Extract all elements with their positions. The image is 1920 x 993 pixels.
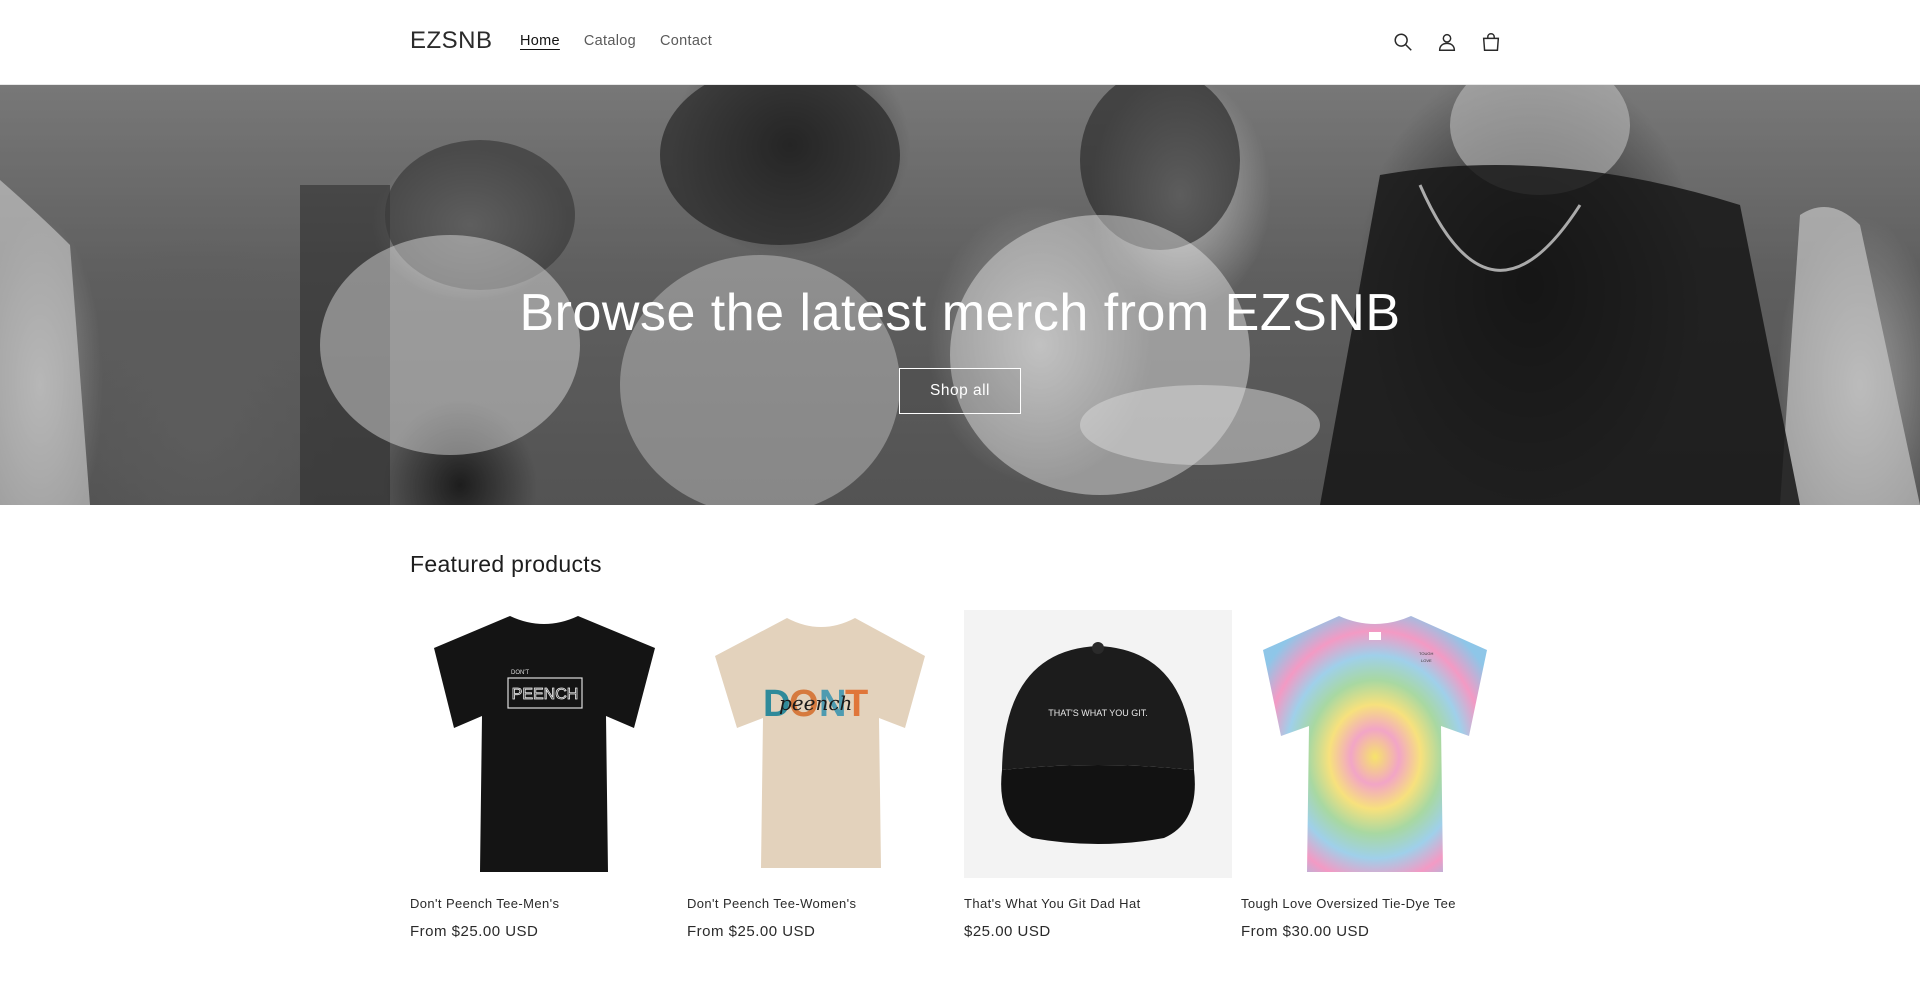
tshirt-image: D O N T peench bbox=[715, 618, 925, 868]
product-card[interactable]: D O N T peench Don't Peench Tee-Women's … bbox=[687, 610, 955, 940]
nav-contact[interactable]: Contact bbox=[660, 33, 712, 49]
product-name[interactable]: That's What You Git Dad Hat bbox=[964, 896, 1141, 911]
product-image[interactable]: PEENCH DON'T bbox=[410, 610, 678, 878]
tie-dye-tshirt-image: TOUGH LOVE bbox=[1263, 616, 1487, 872]
header-icons bbox=[1390, 28, 1504, 56]
featured-products-heading: Featured products bbox=[410, 551, 602, 577]
shop-all-button[interactable]: Shop all bbox=[899, 368, 1021, 414]
site-header: EZSNB Home Catalog Contact bbox=[0, 0, 1920, 85]
product-name[interactable]: Don't Peench Tee-Women's bbox=[687, 896, 856, 911]
product-name[interactable]: Tough Love Oversized Tie-Dye Tee bbox=[1241, 896, 1456, 911]
svg-text:TOUGH: TOUGH bbox=[1419, 651, 1433, 656]
cart-icon[interactable] bbox=[1478, 28, 1504, 56]
product-price: $25.00 USD bbox=[964, 923, 1051, 940]
tshirt-image: PEENCH DON'T bbox=[434, 616, 655, 872]
svg-text:THAT'S WHAT YOU GIT.: THAT'S WHAT YOU GIT. bbox=[1048, 708, 1148, 718]
product-price: From $30.00 USD bbox=[1241, 923, 1370, 940]
hero-title: Browse the latest merch from EZSNB bbox=[519, 284, 1401, 342]
hero-banner: Browse the latest merch from EZSNB Shop … bbox=[0, 85, 1920, 505]
nav-home[interactable]: Home bbox=[520, 33, 560, 49]
svg-text:PEENCH: PEENCH bbox=[512, 686, 579, 703]
product-name[interactable]: Don't Peench Tee-Men's bbox=[410, 896, 559, 911]
account-icon[interactable] bbox=[1434, 28, 1460, 56]
product-price: From $25.00 USD bbox=[410, 923, 539, 940]
main-nav: Home Catalog Contact bbox=[520, 33, 736, 49]
product-card[interactable]: THAT'S WHAT YOU GIT. That's What You Git… bbox=[964, 610, 1232, 940]
nav-catalog[interactable]: Catalog bbox=[584, 33, 636, 49]
product-image[interactable]: D O N T peench bbox=[687, 610, 955, 878]
search-icon[interactable] bbox=[1390, 28, 1416, 56]
svg-text:DON'T: DON'T bbox=[511, 670, 529, 676]
hat-image: THAT'S WHAT YOU GIT. bbox=[1001, 642, 1195, 844]
product-price: From $25.00 USD bbox=[687, 923, 816, 940]
store-logo[interactable]: EZSNB bbox=[410, 27, 493, 55]
product-image[interactable]: THAT'S WHAT YOU GIT. bbox=[964, 610, 1232, 878]
product-card[interactable]: TOUGH LOVE Tough Love Oversized Tie-Dye … bbox=[1241, 610, 1509, 940]
svg-text:LOVE: LOVE bbox=[1421, 658, 1432, 663]
svg-text:peench: peench bbox=[779, 691, 852, 715]
product-grid: PEENCH DON'T Don't Peench Tee-Men's From… bbox=[410, 610, 1510, 980]
product-card[interactable]: PEENCH DON'T Don't Peench Tee-Men's From… bbox=[410, 610, 678, 940]
product-image[interactable]: TOUGH LOVE bbox=[1241, 610, 1509, 878]
